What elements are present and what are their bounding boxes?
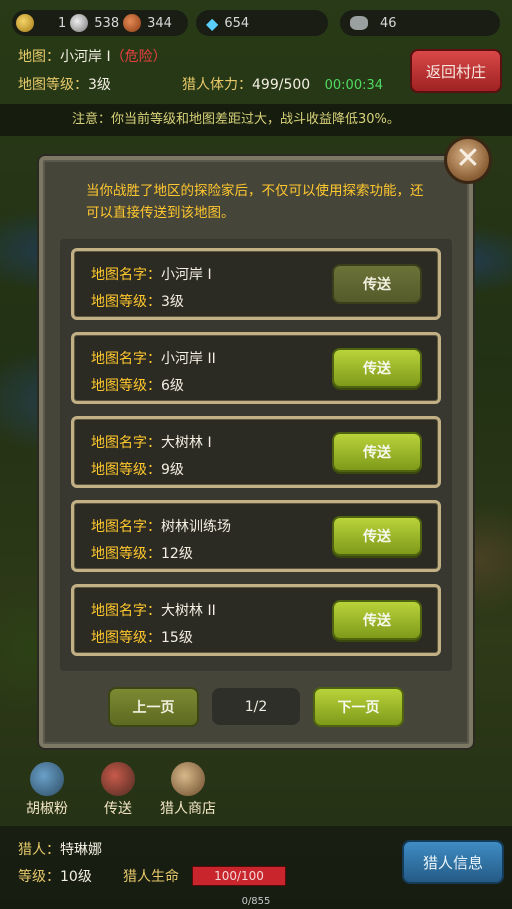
hunter-name-row: 猎人：特琳娜 [18,839,102,859]
map-name-label: 地图名字： [91,603,161,619]
map-label: 地图： [18,49,60,65]
map-level-value: 3级 [88,77,111,93]
stamina-timer: 00:00:34 [324,78,384,93]
map-name-label: 地图名字： [91,267,161,283]
map-level-label: 地图等级： [91,294,161,310]
map-level-value: 12级 [161,546,193,562]
map-card: 地图名字：小河岸 I 地图等级：3级 传送 [71,248,441,320]
pepper-tool[interactable]: 胡椒粉 [12,762,82,818]
hunter-info-button[interactable]: 猎人信息 [402,840,504,884]
map-level-row: 地图等级：15级 [91,627,193,647]
map-level-label: 地图等级： [91,378,161,394]
shop-icon [171,762,205,796]
map-level-row: 地图等级：9级 [91,459,184,479]
map-level-value: 9级 [161,462,184,478]
map-card: 地图名字：树林训练场 地图等级：12级 传送 [71,500,441,572]
map-level-label: 地图等级： [18,77,88,93]
map-level-label: 地图等级： [91,546,161,562]
map-name-label: 地图名字： [91,351,161,367]
pepper-bottle-icon [30,762,64,796]
map-name-row: 地图名字：小河岸 I [91,264,212,284]
prev-page-button[interactable]: 上一页 [108,687,199,727]
hunter-level-label: 等级： [18,869,60,885]
map-level-row: 地图等级：12级 [91,543,193,563]
map-name-value: 大树林 I [161,435,212,451]
map-level-label: 地图等级： [91,462,161,478]
teleport-button[interactable]: 传送 [332,348,422,388]
level-gap-notice: 注意：你当前等级和地图差距过大，战斗收益降低30%。 [0,104,512,136]
hunter-name: 特琳娜 [60,842,102,858]
danger-tag: （危险） [110,49,167,65]
stamina-label: 猎人体力： [182,77,252,93]
hunter-name-label: 猎人： [18,842,60,858]
stone-group: 46 [340,10,500,36]
teleport-label: 传送 [104,801,132,817]
notice-text: 注意：你当前等级和地图差距过大，战斗收益降低30%。 [72,112,400,127]
return-village-button[interactable]: 返回村庄 [410,49,502,93]
map-name-value: 大树林 II [161,603,216,619]
next-page-button[interactable]: 下一页 [313,687,404,727]
map-name: 小河岸 I [60,49,111,65]
map-name-row: 地图名字：大树林 I [91,432,212,452]
map-name-row: 地图名字：小河岸 II [91,348,216,368]
close-icon[interactable]: ✕ [444,136,492,184]
page-indicator: 1/2 [212,688,300,725]
diamond-amount: 654 [224,15,250,31]
map-name-value: 树林训练场 [161,519,231,535]
hunter-level-row: 等级：10级 [18,866,92,886]
shop-label: 猎人商店 [160,801,216,817]
copper-coin-icon [123,14,142,32]
diamond-icon: ◆ [206,13,219,33]
experience-text: 0/855 [241,896,271,907]
pepper-label: 胡椒粉 [26,801,68,817]
gold-coin-icon [16,14,34,32]
hunter-shop-tool[interactable]: 猎人商店 [153,762,223,818]
resource-bar: 1 538 344 ◆ 654 46 [0,0,512,44]
map-name-value: 小河岸 I [161,267,212,283]
map-card: 地图名字：小河岸 II 地图等级：6级 传送 [71,332,441,404]
teleport-button[interactable]: 传送 [332,600,422,640]
stamina: 猎人体力：499/500 00:00:34 [182,74,383,94]
teleport-tool[interactable]: 传送 [83,762,153,818]
diamond-group: ◆ 654 [196,10,328,36]
teleport-icon [101,762,135,796]
stamina-value: 499/500 [252,77,311,93]
map-level-label: 地图等级： [91,630,161,646]
stone-amount: 46 [380,15,397,31]
gold-amount: 1 [58,15,67,31]
stone-icon [350,16,368,30]
map-name-row: 地图名字：大树林 II [91,600,216,620]
map-name-row: 地图名字：树林训练场 [91,516,231,536]
map-level-value: 15级 [161,630,193,646]
silver-amount: 538 [94,15,120,31]
map-level-value: 6级 [161,378,184,394]
map-card: 地图名字：大树林 II 地图等级：15级 传送 [71,584,441,656]
map-card: 地图名字：大树林 I 地图等级：9级 传送 [71,416,441,488]
current-map-level: 地图等级：3级 [18,74,111,94]
map-level-row: 地图等级：6级 [91,375,184,395]
copper-amount: 344 [147,15,172,31]
map-level-row: 地图等级：3级 [91,291,184,311]
silver-coin-icon [70,14,89,32]
currency-group: 1 538 344 [12,10,188,36]
hunter-level: 10级 [60,869,92,885]
tool-bar: 胡椒粉 传送 猎人商店 [0,762,512,822]
teleport-button[interactable]: 传送 [332,432,422,472]
teleport-intro-text: 当你战胜了地区的探险家后，不仅可以使用探索功能，还可以直接传送到该地图。 [86,183,424,221]
current-map: 地图：小河岸 I（危险） [18,46,167,66]
map-name-label: 地图名字： [91,435,161,451]
hunter-hp-bar: 100/100 [192,866,286,886]
map-level-value: 3级 [161,294,184,310]
teleport-button[interactable]: 传送 [332,516,422,556]
teleport-button[interactable]: 传送 [332,264,422,304]
hunter-hp-label: 猎人生命 [123,869,179,885]
map-name-label: 地图名字： [91,519,161,535]
map-name-value: 小河岸 II [161,351,216,367]
